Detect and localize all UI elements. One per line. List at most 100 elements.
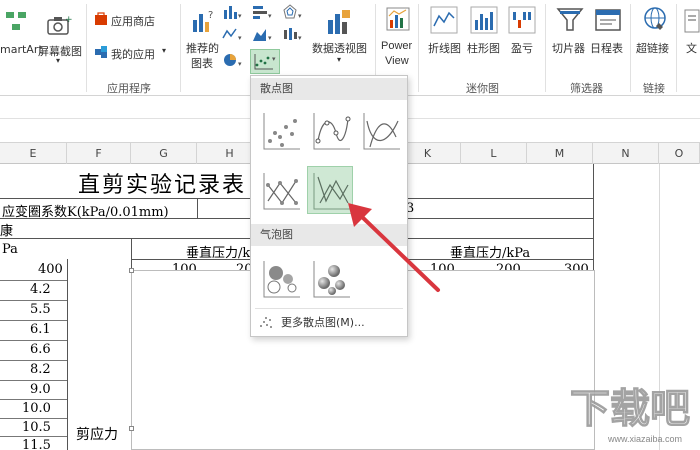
col-e-value[interactable]: 11.5 bbox=[22, 438, 51, 450]
svg-text:▾: ▾ bbox=[298, 34, 302, 42]
recommended-charts-button[interactable]: 推荐的 bbox=[186, 40, 219, 56]
col-e-value[interactable]: 5.5 bbox=[30, 302, 51, 317]
column-header-m[interactable]: M bbox=[527, 143, 593, 164]
text-icon bbox=[684, 8, 700, 37]
red-arrow-annotation bbox=[348, 203, 440, 292]
chevron-down-icon: ▾ bbox=[56, 56, 61, 65]
chevron-down-icon: ▾ bbox=[162, 46, 167, 55]
svg-text:▾: ▾ bbox=[268, 34, 272, 42]
group-separator bbox=[86, 4, 87, 92]
text-button[interactable]: 文 bbox=[686, 40, 697, 56]
pivot-chart-icon bbox=[326, 8, 354, 39]
shear-stress-label[interactable]: 剪应力 bbox=[76, 424, 118, 444]
column-chart-icon[interactable]: ▾ bbox=[222, 4, 244, 23]
resize-handle[interactable] bbox=[129, 268, 134, 273]
group-separator bbox=[630, 4, 631, 92]
row4-text[interactable]: Pa bbox=[2, 242, 18, 257]
timeline-button[interactable]: 日程表 bbox=[590, 40, 623, 56]
column-header-g[interactable]: G bbox=[131, 143, 197, 164]
chevron-down-icon: ▾ bbox=[337, 55, 342, 64]
slicer-button[interactable]: 切片器 bbox=[552, 40, 585, 56]
svg-text:▾: ▾ bbox=[238, 12, 242, 20]
sheet-title[interactable]: 直剪实验记录表 bbox=[78, 167, 246, 199]
bubble-chart-option[interactable] bbox=[257, 254, 303, 302]
scatter-section-header: 散点图 bbox=[251, 78, 407, 100]
sparkline-line-icon bbox=[430, 6, 458, 37]
svg-text:▾: ▾ bbox=[298, 12, 302, 20]
power-view-button[interactable]: Power bbox=[381, 40, 412, 52]
pressure-400[interactable]: 400 bbox=[38, 262, 63, 277]
svg-text:?: ? bbox=[208, 10, 213, 21]
scatter-chart-button[interactable]: ▾ bbox=[250, 49, 280, 74]
apps-group-label: 应用程序 bbox=[107, 82, 151, 95]
svg-text:▾: ▾ bbox=[238, 60, 242, 68]
col-e-value[interactable]: 8.2 bbox=[30, 362, 51, 377]
column-header-f[interactable]: F bbox=[67, 143, 131, 164]
row-border bbox=[0, 418, 67, 419]
col-e-value[interactable]: 10.0 bbox=[22, 401, 51, 416]
more-scatter-charts-item[interactable]: 更多散点图(M)... bbox=[251, 312, 407, 334]
sparkline-line-button[interactable]: 折线图 bbox=[428, 40, 461, 56]
radar-chart-icon[interactable]: ▾ bbox=[282, 4, 304, 23]
recommended-charts-icon: ? bbox=[190, 8, 216, 39]
column-header-o[interactable]: O bbox=[659, 143, 700, 164]
scatter-straight-markers-option[interactable] bbox=[257, 166, 303, 214]
filters-group-label: 筛选器 bbox=[570, 82, 603, 95]
area-chart-icon[interactable]: ▾ bbox=[252, 26, 274, 45]
col-e-value[interactable]: 6.1 bbox=[30, 322, 51, 337]
my-apps-button[interactable]: 我的应用 bbox=[111, 46, 155, 62]
svg-text:▾: ▾ bbox=[268, 12, 272, 20]
col-e-value[interactable]: 6.6 bbox=[30, 342, 51, 357]
row-border bbox=[0, 399, 67, 400]
sparkline-winloss-button[interactable]: 盈亏 bbox=[511, 40, 533, 56]
svg-text:▾: ▾ bbox=[272, 55, 276, 63]
my-apps-icon bbox=[94, 45, 108, 62]
group-separator bbox=[545, 4, 546, 92]
hyperlink-button[interactable]: 超链接 bbox=[636, 40, 669, 56]
scatter-small-icon bbox=[258, 316, 274, 338]
scatter-smooth-lines-option[interactable] bbox=[357, 106, 403, 154]
svg-text:▾: ▾ bbox=[238, 34, 242, 42]
watermark: 下载吧 www.xiazaiba.com bbox=[560, 380, 700, 450]
row-border bbox=[0, 436, 67, 437]
app-store-button[interactable]: 应用商店 bbox=[111, 13, 155, 29]
watermark-url: www.xiazaiba.com bbox=[608, 434, 683, 444]
store-icon bbox=[94, 12, 108, 29]
table-border bbox=[67, 259, 68, 450]
row-border bbox=[0, 380, 67, 381]
sparkline-column-button[interactable]: 柱形图 bbox=[467, 40, 500, 56]
power-view-icon bbox=[385, 6, 411, 37]
screenshot-icon: + bbox=[46, 14, 73, 41]
smartart-button[interactable]: martArt bbox=[0, 43, 43, 56]
group-separator bbox=[676, 4, 677, 92]
column-header-l[interactable]: L bbox=[461, 143, 527, 164]
col-e-value[interactable]: 4.2 bbox=[30, 282, 51, 297]
recommended-charts-label-line2: 图表 bbox=[191, 57, 213, 70]
column-header-n[interactable]: N bbox=[593, 143, 659, 164]
row3-text[interactable]: 康 bbox=[0, 220, 13, 239]
resize-handle[interactable] bbox=[129, 426, 134, 431]
row-border bbox=[0, 280, 67, 281]
scatter-markers-only-option[interactable] bbox=[257, 106, 303, 154]
slicer-icon bbox=[556, 6, 584, 37]
col-e-value[interactable]: 10.5 bbox=[22, 420, 51, 435]
col-e-value[interactable]: 9.0 bbox=[30, 382, 51, 397]
scatter-smooth-markers-option[interactable] bbox=[307, 106, 353, 154]
links-group-label: 链接 bbox=[643, 82, 665, 95]
bar-chart-icon[interactable]: ▾ bbox=[252, 4, 274, 23]
cell-border bbox=[197, 198, 198, 218]
pie-chart-icon[interactable]: ▾ bbox=[222, 52, 244, 71]
sparkline-column-icon bbox=[470, 6, 498, 37]
stock-chart-icon[interactable]: ▾ bbox=[282, 26, 304, 45]
menu-divider bbox=[255, 308, 403, 309]
smartart-icon bbox=[4, 8, 30, 39]
line-chart-icon[interactable]: ▾ bbox=[222, 26, 244, 45]
sparkline-winloss-icon bbox=[508, 6, 536, 37]
group-separator bbox=[418, 4, 419, 92]
column-header-e[interactable]: E bbox=[0, 143, 67, 164]
pivot-chart-button[interactable]: 数据透视图 bbox=[312, 40, 367, 56]
timeline-icon bbox=[594, 6, 622, 37]
row-border bbox=[0, 340, 67, 341]
row-border bbox=[0, 360, 67, 361]
group-separator bbox=[180, 4, 181, 92]
